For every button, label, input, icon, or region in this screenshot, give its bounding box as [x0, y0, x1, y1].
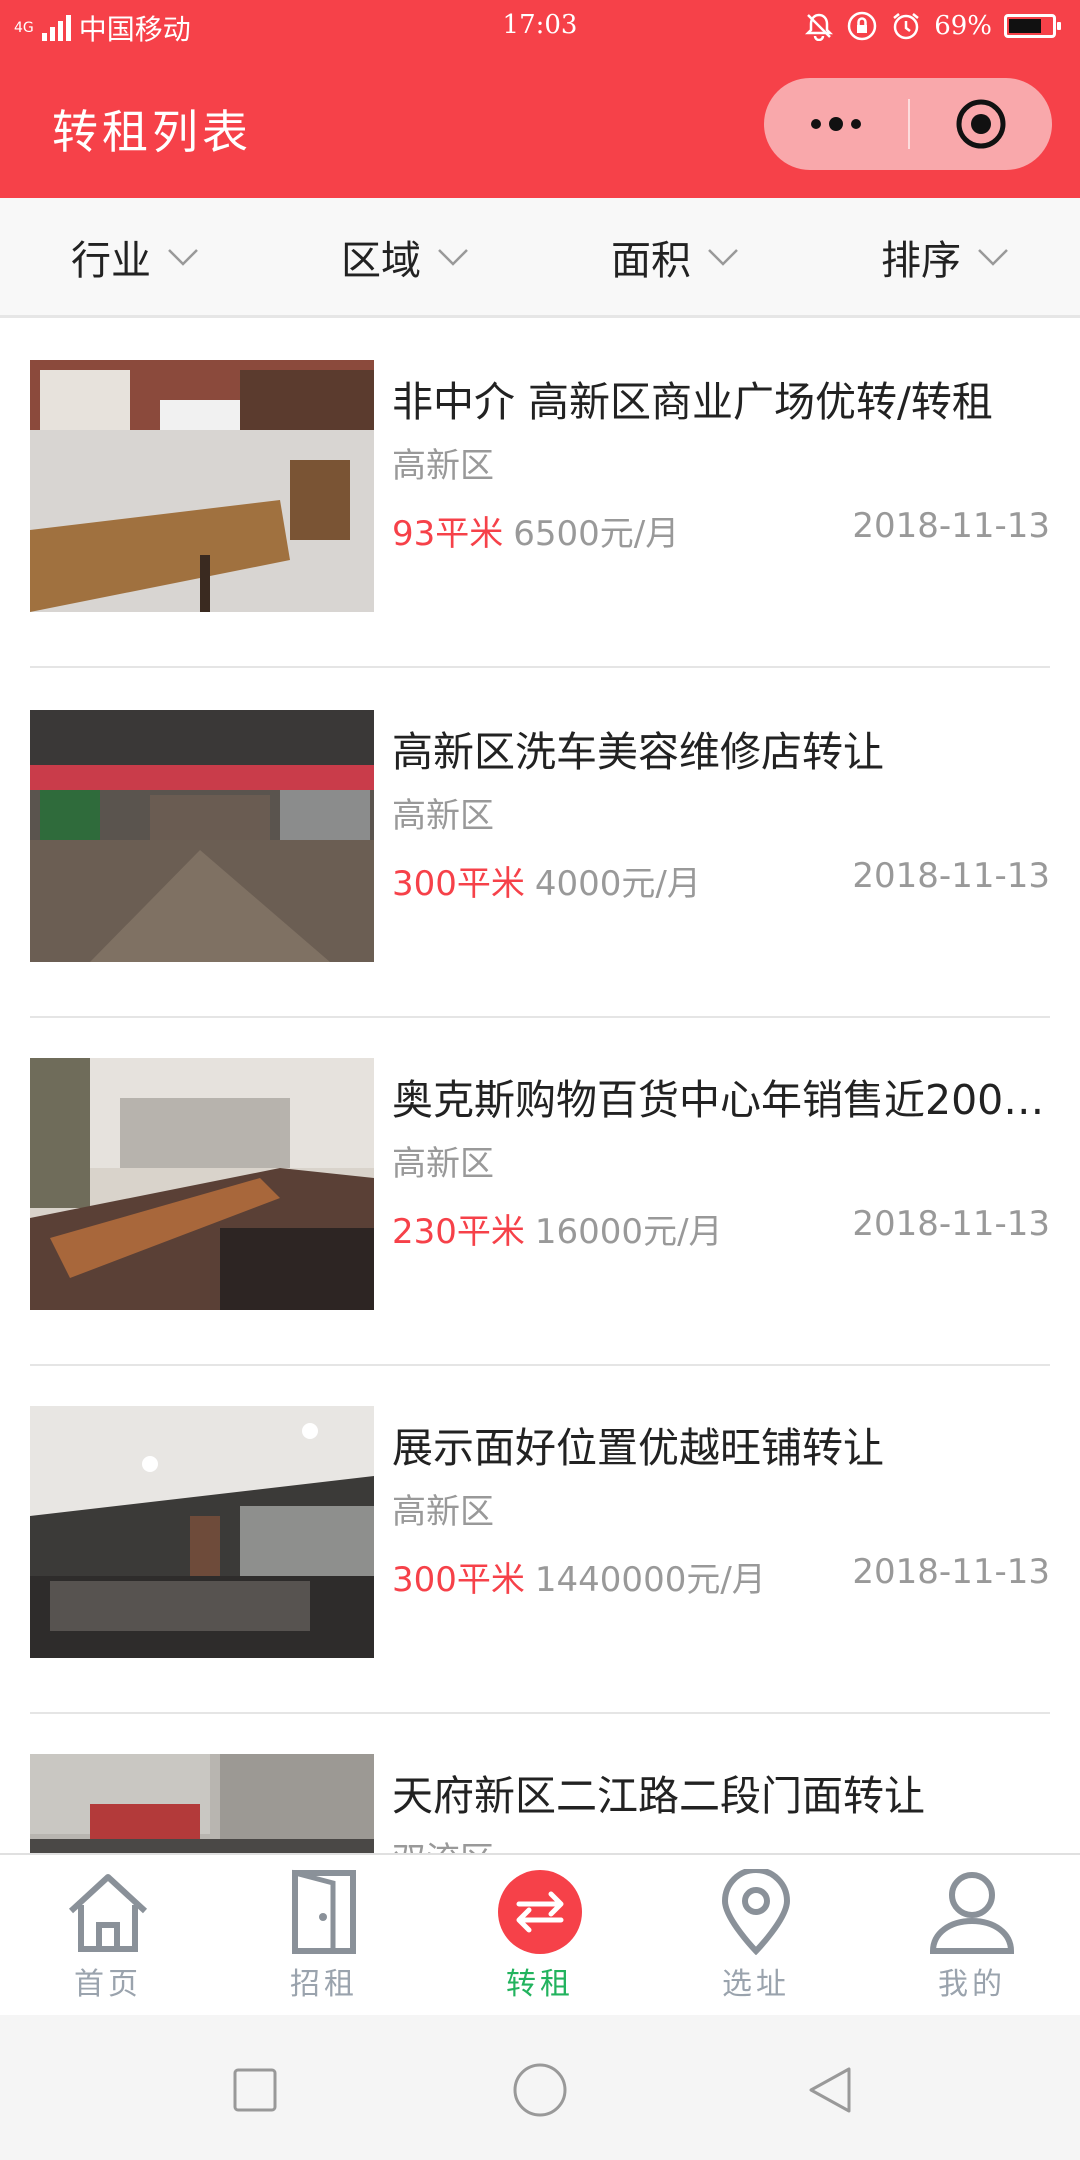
listing-item[interactable]: 非中介 高新区商业广场优转/转租 高新区 93平米 6500元/月 2018-11… — [30, 318, 1050, 668]
tab-label: 首页 — [74, 1967, 142, 2002]
listing-title: 非中介 高新区商业广场优转/转租 — [392, 378, 993, 426]
listing-photo — [30, 1754, 374, 1853]
chevron-down-icon — [707, 248, 739, 266]
listing-meta: 300平米 1440000元/月 — [392, 1552, 766, 1601]
listing-district: 双流区 — [392, 1832, 494, 1853]
tab-label: 转租 — [506, 1967, 574, 2002]
recent-apps-button[interactable] — [220, 2055, 290, 2125]
filter-sort[interactable]: 排序 — [810, 198, 1080, 315]
location-pin-icon — [721, 1869, 791, 1955]
listing-photo — [30, 710, 374, 962]
listing-meta: 93平米 6500元/月 — [392, 506, 679, 555]
bottom-tab-bar: 首页 招租 转租 选址 我的 — [0, 1853, 1080, 2015]
listing-item[interactable]: 高新区洗车美容维修店转让 高新区 300平米 4000元/月 2018-11-13 — [30, 668, 1050, 1018]
alarm-icon — [890, 10, 922, 42]
listing-title: 展示面好位置优越旺铺转让 — [392, 1424, 884, 1472]
more-button[interactable] — [764, 78, 908, 170]
home-icon — [68, 1874, 148, 1952]
tab-label: 招租 — [290, 1967, 358, 2002]
battery-icon — [1004, 14, 1061, 38]
more-dots-icon — [811, 117, 861, 131]
close-button[interactable] — [910, 78, 1052, 170]
filter-label: 面积 — [611, 237, 691, 284]
listing-title: 天府新区二江路二段门面转让 — [392, 1772, 925, 1820]
listing-photo — [30, 1058, 374, 1310]
listing-date: 2018-11-13 — [852, 506, 1050, 546]
listing-item[interactable]: 天府新区二江路二段门面转让 双流区 — [30, 1712, 1050, 1853]
battery-percent: 69% — [934, 11, 992, 41]
tab-mine[interactable]: 我的 — [864, 1855, 1080, 2015]
listing-district: 高新区 — [392, 1492, 494, 1532]
listing-area: 93平米 — [392, 514, 504, 554]
tab-label: 选址 — [722, 1967, 790, 2002]
listing-photo — [30, 1406, 374, 1658]
chevron-down-icon — [977, 248, 1009, 266]
listing-area: 300平米 — [392, 864, 525, 904]
listing-district: 高新区 — [392, 1144, 494, 1184]
filter-area[interactable]: 面积 — [540, 198, 810, 315]
user-icon — [929, 1872, 1015, 1954]
filter-label: 行业 — [71, 237, 151, 284]
listing-meta: 230平米 16000元/月 — [392, 1204, 723, 1253]
battery-level — [1009, 19, 1041, 33]
tab-home[interactable]: 首页 — [0, 1855, 216, 2015]
listing-rent: 16000元/月 — [534, 1212, 723, 1252]
page-title: 转租列表 — [52, 105, 252, 159]
home-nav-button[interactable] — [505, 2055, 575, 2125]
listing-rent: 1440000元/月 — [534, 1560, 766, 1600]
square-icon — [233, 2068, 277, 2112]
circle-icon — [513, 2063, 567, 2117]
listing-rent: 6500元/月 — [513, 514, 680, 554]
back-triangle-icon — [809, 2067, 851, 2113]
tab-rent-out[interactable]: 招租 — [216, 1855, 432, 2015]
filter-region[interactable]: 区域 — [270, 198, 540, 315]
listing-date: 2018-11-13 — [852, 856, 1050, 896]
filter-label: 排序 — [881, 237, 961, 284]
android-nav-bar — [0, 2015, 1080, 2160]
door-icon — [292, 1869, 356, 1954]
filter-bar: 行业 区域 面积 排序 — [0, 198, 1080, 318]
listing-photo — [30, 360, 374, 612]
listing-item[interactable]: 展示面好位置优越旺铺转让 高新区 300平米 1440000元/月 2018-11… — [30, 1364, 1050, 1714]
listing-district: 高新区 — [392, 796, 494, 836]
tab-sublet[interactable]: 转租 — [432, 1855, 648, 2015]
app-header: 4G 中国移动 17:03 69% 转租列表 — [0, 0, 1080, 198]
chevron-down-icon — [167, 248, 199, 266]
mini-program-capsule — [764, 78, 1052, 170]
close-target-icon — [956, 99, 1006, 149]
listing-area: 300平米 — [392, 1560, 525, 1600]
listing-item[interactable]: 奥克斯购物百货中心年销售近200… 高新区 230平米 16000元/月 2018… — [30, 1016, 1050, 1366]
listing-title: 高新区洗车美容维修店转让 — [392, 728, 884, 776]
rotation-lock-icon — [846, 10, 878, 42]
status-right: 69% — [804, 10, 1061, 42]
filter-label: 区域 — [341, 237, 421, 284]
tab-location[interactable]: 选址 — [648, 1855, 864, 2015]
listing-district: 高新区 — [392, 446, 494, 486]
listing-area: 230平米 — [392, 1212, 525, 1252]
listing-meta: 300平米 4000元/月 — [392, 856, 701, 905]
listing-date: 2018-11-13 — [852, 1204, 1050, 1244]
tab-label: 我的 — [938, 1967, 1006, 2002]
listing-date: 2018-11-13 — [852, 1552, 1050, 1592]
listing-title: 奥克斯购物百货中心年销售近200… — [392, 1076, 1045, 1124]
back-button[interactable] — [795, 2055, 865, 2125]
filter-industry[interactable]: 行业 — [0, 198, 270, 315]
mute-bell-icon — [804, 11, 834, 41]
listing-rent: 4000元/月 — [534, 864, 701, 904]
swap-icon — [498, 1870, 582, 1954]
status-bar: 4G 中国移动 17:03 69% — [0, 0, 1080, 56]
listing-list: 非中介 高新区商业广场优转/转租 高新区 93平米 6500元/月 2018-11… — [0, 318, 1080, 1853]
chevron-down-icon — [437, 248, 469, 266]
